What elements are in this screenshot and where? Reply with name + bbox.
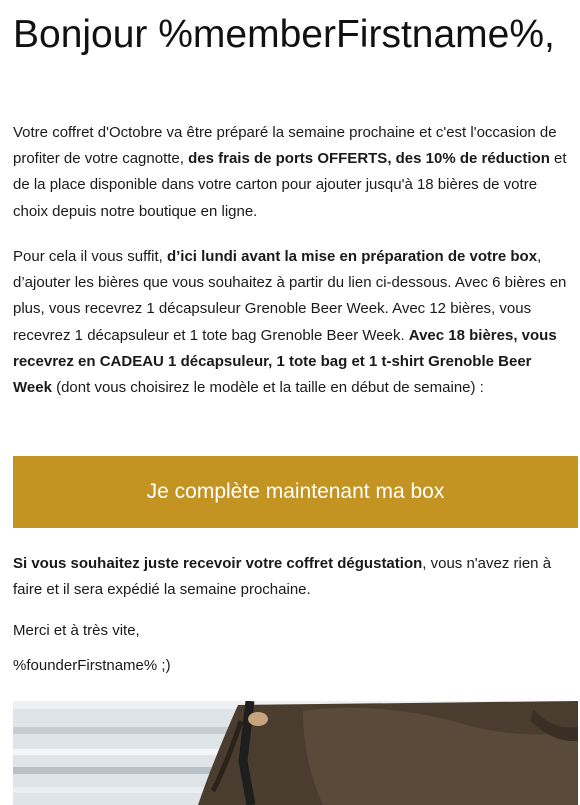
email-body: Bonjour %memberFirstname%, Votre coffret… <box>0 0 580 805</box>
complete-box-button-label: Je complète maintenant ma box <box>146 480 445 503</box>
tasting-highlight: Si vous souhaitez juste recevoir votre c… <box>13 555 423 572</box>
details-deadline: d’ici lundi avant la mise en préparation… <box>166 248 538 265</box>
intro-paragraph: Votre coffret d'Octobre va être préparé … <box>13 120 570 225</box>
details-paragraph: Pour cela il vous suffit, d’ici lundi av… <box>13 244 570 401</box>
tasting-paragraph: Si vous souhaitez juste recevoir votre c… <box>13 551 570 603</box>
details-text-3: (dont vous choisirez le modèle et la tai… <box>51 379 484 397</box>
signature-line: %founderFirstname% ;) <box>13 657 171 674</box>
promo-photo <box>13 701 578 805</box>
intro-highlight: des frais de ports OFFERTS, des 10% de r… <box>188 150 550 168</box>
thanks-line: Merci et à très vite, <box>13 622 140 639</box>
complete-box-button[interactable]: Je complète maintenant ma box <box>13 456 578 528</box>
details-text-1: Pour cela il vous suffit, <box>13 248 167 265</box>
promo-photo-image <box>13 701 578 805</box>
greeting-heading: Bonjour %memberFirstname%, <box>13 13 555 56</box>
